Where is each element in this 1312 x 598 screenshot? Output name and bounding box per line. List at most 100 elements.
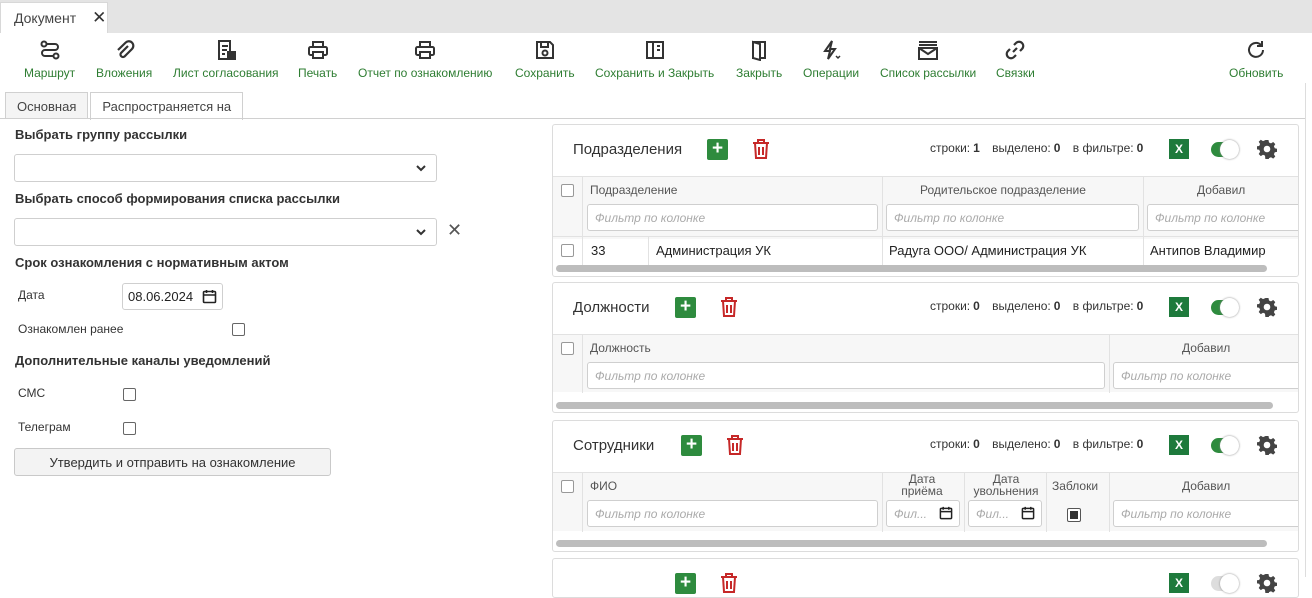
familiar-checkbox[interactable] bbox=[232, 323, 245, 336]
select-all-checkbox[interactable] bbox=[561, 342, 574, 355]
view-toggle[interactable] bbox=[1211, 140, 1239, 159]
trash-icon[interactable] bbox=[752, 139, 770, 159]
add-icon[interactable]: + bbox=[675, 573, 696, 594]
next-panel: + X bbox=[552, 558, 1299, 598]
refresh-button[interactable]: Обновить bbox=[1229, 35, 1283, 80]
submit-send-button[interactable]: Утвердить и отправить на ознакомление bbox=[14, 448, 331, 476]
col-added-by[interactable]: Добавил bbox=[1197, 183, 1245, 197]
calendar-icon[interactable] bbox=[1021, 506, 1035, 520]
excel-export-icon[interactable]: X bbox=[1169, 435, 1189, 455]
filter-added-by[interactable]: Фильтр по колонке bbox=[1147, 204, 1298, 231]
calendar-icon[interactable] bbox=[202, 289, 217, 304]
column-divider bbox=[964, 473, 965, 532]
horizontal-scrollbar[interactable] bbox=[556, 265, 1267, 272]
view-toggle[interactable] bbox=[1211, 574, 1239, 593]
gear-icon[interactable] bbox=[1257, 435, 1277, 455]
lightning-icon bbox=[823, 40, 841, 60]
gear-icon[interactable] bbox=[1257, 573, 1277, 593]
filter-fio[interactable]: Фильтр по колонке bbox=[587, 500, 878, 527]
mailing-group-select[interactable] bbox=[14, 154, 437, 182]
save-button[interactable]: Сохранить bbox=[515, 35, 575, 80]
tab-main[interactable]: Основная bbox=[5, 92, 89, 119]
save-label: Сохранить bbox=[515, 66, 575, 80]
operations-label: Операции bbox=[803, 66, 860, 80]
links-button[interactable]: Связки bbox=[996, 35, 1035, 80]
departments-title: Подразделения bbox=[573, 141, 683, 158]
filter-hire-date[interactable]: Фил... bbox=[886, 500, 960, 527]
view-toggle[interactable] bbox=[1211, 298, 1239, 317]
employees-panel: Сотрудники + строки: 0 выделено: 0 в фильт… bbox=[552, 420, 1299, 552]
excel-export-icon[interactable]: X bbox=[1169, 139, 1189, 159]
excel-export-icon[interactable]: X bbox=[1169, 297, 1189, 317]
printer-icon bbox=[415, 41, 436, 59]
gear-icon[interactable] bbox=[1257, 297, 1277, 317]
trash-icon[interactable] bbox=[720, 573, 738, 593]
filter-department[interactable]: Фильтр по колонке bbox=[587, 204, 878, 231]
col-position[interactable]: Должность bbox=[590, 341, 651, 355]
horizontal-scrollbar[interactable] bbox=[556, 540, 1267, 547]
chevron-down-icon bbox=[416, 229, 426, 236]
clear-method-icon[interactable]: ✕ bbox=[447, 220, 462, 241]
calendar-icon[interactable] bbox=[939, 506, 953, 520]
column-divider bbox=[882, 473, 883, 532]
col-blocked[interactable]: Заблоки bbox=[1052, 479, 1104, 493]
trash-icon[interactable] bbox=[726, 435, 744, 455]
col-added-by[interactable]: Добавил bbox=[1182, 479, 1230, 493]
departments-stats: строки: 1 выделено: 0 в фильтре: 0 bbox=[930, 141, 1152, 155]
date-input[interactable]: 08.06.2024 bbox=[122, 283, 223, 310]
approval-sheet-button[interactable]: Лист согласования bbox=[173, 35, 279, 80]
document-tab[interactable]: Документ ✕ bbox=[0, 2, 108, 33]
add-icon[interactable]: + bbox=[675, 297, 696, 318]
operations-button[interactable]: Операции bbox=[803, 35, 859, 80]
trash-icon[interactable] bbox=[720, 297, 738, 317]
tab-applies-to[interactable]: Распространяется на bbox=[90, 92, 244, 120]
filter-added-by[interactable]: Фильтр по колонке bbox=[1113, 500, 1298, 527]
save-close-button[interactable]: Сохранить и Закрыть bbox=[595, 35, 714, 80]
employees-grid-header: ФИО Дата приёма Дата увольнения Заблоки … bbox=[553, 472, 1298, 532]
col-hire-date[interactable]: Дата приёма bbox=[892, 473, 952, 498]
sms-checkbox[interactable] bbox=[123, 388, 136, 401]
attachments-label: Вложения bbox=[96, 66, 153, 80]
col-fio[interactable]: ФИО bbox=[590, 479, 617, 493]
select-all-checkbox[interactable] bbox=[561, 480, 574, 493]
links-label: Связки bbox=[996, 66, 1035, 80]
filter-fire-date[interactable]: Фил... bbox=[968, 500, 1042, 527]
column-divider bbox=[1143, 177, 1144, 240]
add-icon[interactable]: + bbox=[707, 139, 728, 160]
filter-position[interactable]: Фильтр по колонке bbox=[587, 362, 1105, 389]
in-filter-count: 0 bbox=[1136, 437, 1144, 451]
excel-export-icon[interactable]: X bbox=[1169, 573, 1189, 593]
filter-added-by[interactable]: Фильтр по колонке bbox=[1113, 362, 1298, 389]
ack-report-button[interactable]: Отчет по ознакомлению bbox=[358, 35, 492, 80]
col-added-by[interactable]: Добавил bbox=[1182, 341, 1230, 355]
close-button[interactable]: Закрыть bbox=[736, 35, 782, 80]
department-name: Администрация УК bbox=[656, 243, 772, 258]
col-fire-date[interactable]: Дата увольнения bbox=[966, 473, 1046, 498]
route-button[interactable]: Маршрут bbox=[24, 35, 75, 80]
selected-count: 0 bbox=[1053, 299, 1061, 313]
print-button[interactable]: Печать bbox=[298, 35, 337, 80]
attachments-button[interactable]: Вложения bbox=[96, 35, 152, 80]
add-icon[interactable]: + bbox=[681, 435, 702, 456]
route-label: Маршрут bbox=[24, 66, 76, 80]
table-row[interactable]: 33 Администрация УК Радуга ООО/ Админист… bbox=[553, 236, 1298, 265]
sub-tabs: Основная Распространяется на bbox=[5, 92, 245, 120]
rows-count: 0 bbox=[973, 437, 980, 451]
column-divider bbox=[882, 237, 883, 265]
mailing-list-button[interactable]: Список рассылки bbox=[880, 35, 976, 80]
view-toggle[interactable] bbox=[1211, 436, 1239, 455]
date-value: 08.06.2024 bbox=[128, 289, 194, 304]
horizontal-scrollbar[interactable] bbox=[556, 402, 1273, 409]
select-all-checkbox[interactable] bbox=[561, 184, 574, 197]
gear-icon[interactable] bbox=[1257, 139, 1277, 159]
col-parent-department[interactable]: Родительское подразделение bbox=[920, 183, 1086, 197]
column-divider bbox=[582, 335, 583, 393]
col-department[interactable]: Подразделение bbox=[590, 183, 677, 197]
close-tab-icon[interactable]: ✕ bbox=[92, 8, 106, 28]
filter-blocked-checkbox[interactable] bbox=[1067, 508, 1081, 522]
list-method-select[interactable] bbox=[14, 218, 437, 246]
row-checkbox[interactable] bbox=[561, 244, 574, 257]
telegram-checkbox[interactable] bbox=[123, 422, 136, 435]
content-right-border bbox=[1305, 83, 1306, 577]
filter-parent-department[interactable]: Фильтр по колонке bbox=[886, 204, 1139, 231]
